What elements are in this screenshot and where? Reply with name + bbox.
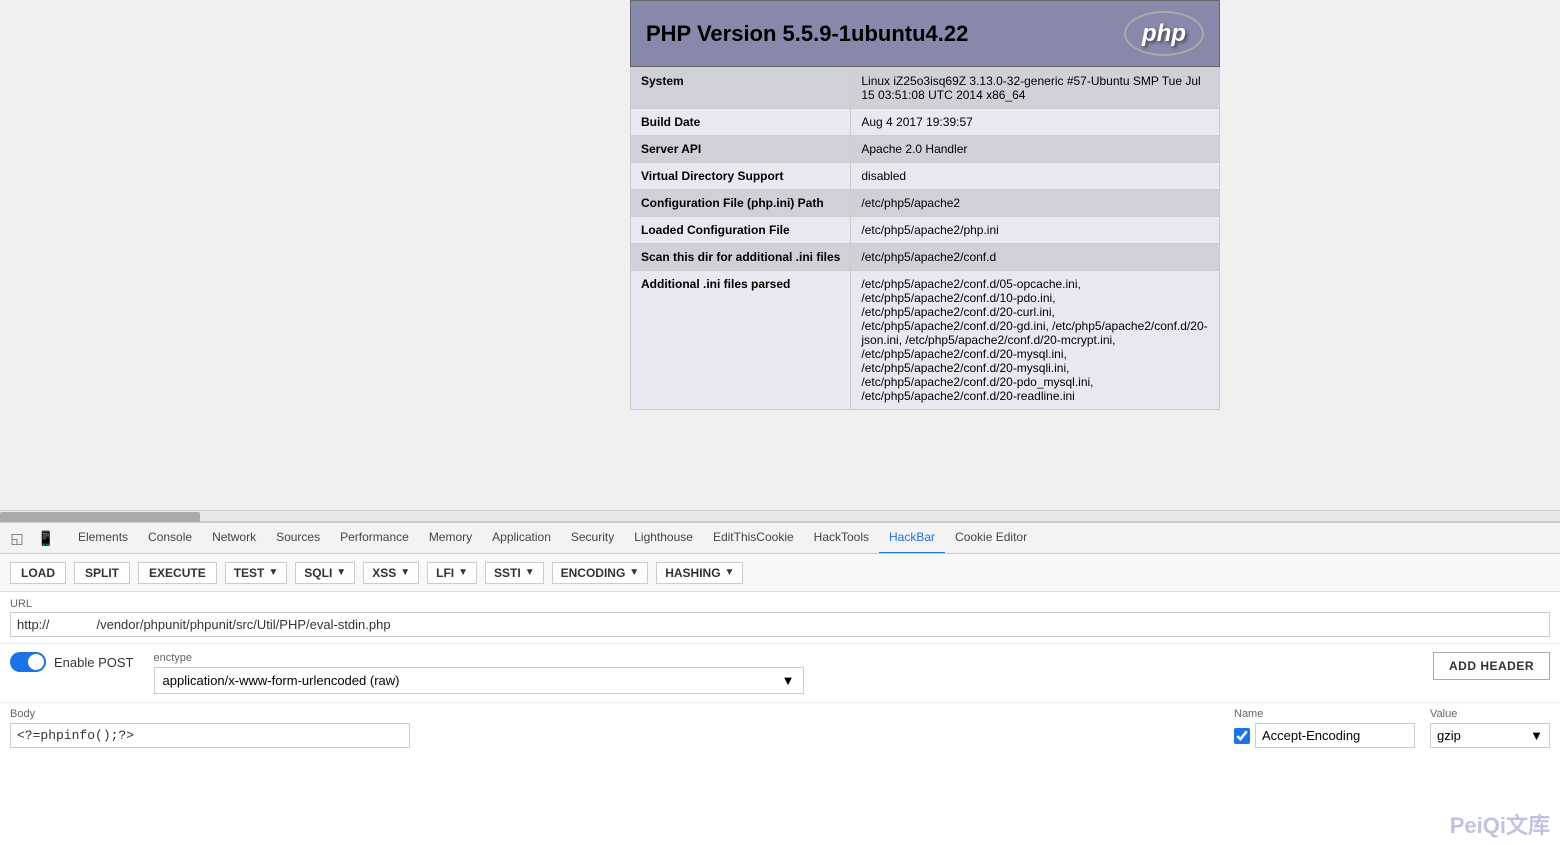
hackbar-dropdown-encoding[interactable]: ENCODING ▼ [552,562,649,584]
header-value-text: gzip [1437,728,1461,743]
tab-memory[interactable]: Memory [419,522,482,554]
tab-hackbar[interactable]: HackBar [879,522,945,554]
tab-elements[interactable]: Elements [68,522,138,554]
body-header-section: Body Name Value gzip ▼ PeiQi文库 [0,702,1560,753]
url-input[interactable] [10,612,1550,637]
table-cell-label: Configuration File (php.ini) Path [631,190,851,217]
url-section: URL [0,592,1560,643]
dropdown-arrow-icon: ▼ [525,567,535,578]
tab-hacktools[interactable]: HackTools [804,522,879,554]
table-row: Configuration File (php.ini) Path/etc/ph… [631,190,1220,217]
hackbar-dropdown-test[interactable]: TEST ▼ [225,562,288,584]
table-row: Additional .ini files parsed/etc/php5/ap… [631,271,1220,410]
dropdown-arrow-icon: ▼ [458,567,468,578]
table-cell-value: /etc/php5/apache2 [851,190,1220,217]
enable-post-toggle[interactable] [10,652,46,672]
horizontal-scrollbar[interactable] [0,510,1560,522]
dropdown-arrow-icon: ▼ [629,567,639,578]
tab-cookie-editor[interactable]: Cookie Editor [945,522,1037,554]
table-row: Virtual Directory Supportdisabled [631,163,1220,190]
devtools-tabs-bar: ◱ 📱 ElementsConsoleNetworkSourcesPerform… [0,522,1560,554]
enctype-dropdown[interactable]: application/x-www-form-urlencoded (raw) … [154,667,804,694]
tab-network[interactable]: Network [202,522,266,554]
hackbar-dropdown-lfi[interactable]: LFI ▼ [427,562,477,584]
table-cell-label: System [631,68,851,109]
hackbar-dropdown-ssti[interactable]: SSTI ▼ [485,562,544,584]
table-row: Build DateAug 4 2017 19:39:57 [631,109,1220,136]
table-cell-value: disabled [851,163,1220,190]
tab-sources[interactable]: Sources [266,522,330,554]
table-cell-value: Linux iZ25o3isq69Z 3.13.0-32-generic #57… [851,68,1220,109]
table-cell-value: Aug 4 2017 19:39:57 [851,109,1220,136]
watermark: PeiQi文库 [1450,808,1550,840]
table-cell-label: Virtual Directory Support [631,163,851,190]
table-cell-value: Apache 2.0 Handler [851,136,1220,163]
post-section: Enable POST enctype application/x-www-fo… [0,643,1560,702]
header-checkbox[interactable] [1234,728,1250,744]
hackbar-btn-execute[interactable]: EXECUTE [138,562,217,584]
enctype-value: application/x-www-form-urlencoded (raw) [163,673,400,688]
scrollbar-thumb[interactable] [0,512,200,522]
header-name-container [1234,723,1415,748]
header-name-input[interactable] [1255,723,1415,748]
dropdown-arrow-icon: ▼ [400,567,410,578]
table-cell-value: /etc/php5/apache2/conf.d [851,244,1220,271]
hackbar-btn-load[interactable]: LOAD [10,562,66,584]
table-cell-label: Scan this dir for additional .ini files [631,244,851,271]
table-cell-label: Additional .ini files parsed [631,271,851,410]
hackbar-dropdown-hashing[interactable]: HASHING ▼ [656,562,743,584]
tab-application[interactable]: Application [482,522,561,554]
table-cell-label: Build Date [631,109,851,136]
hackbar-btn-split[interactable]: SPLIT [74,562,130,584]
header-value-section: Value gzip ▼ [1430,708,1550,748]
browser-viewport: PHP Version 5.5.9-1ubuntu4.22 php System… [0,0,1560,510]
table-row: SystemLinux iZ25o3isq69Z 3.13.0-32-gener… [631,68,1220,109]
header-section: Name Value gzip ▼ [1234,708,1550,748]
php-info-table: SystemLinux iZ25o3isq69Z 3.13.0-32-gener… [630,67,1220,410]
dropdown-arrow-icon: ▼ [725,567,735,578]
dropdown-arrow-icon: ▼ [336,567,346,578]
tab-console[interactable]: Console [138,522,202,554]
tab-lighthouse[interactable]: Lighthouse [624,522,703,554]
php-header: PHP Version 5.5.9-1ubuntu4.22 php [630,0,1220,67]
header-name-field: Name [1234,708,1415,748]
url-label: URL [10,598,1550,610]
select-cursor-icon[interactable]: ◱ [5,526,29,550]
tab-performance[interactable]: Performance [330,522,419,554]
table-row: Server APIApache 2.0 Handler [631,136,1220,163]
php-logo-text: php [1142,20,1186,48]
table-cell-label: Loaded Configuration File [631,217,851,244]
enctype-section: enctype application/x-www-form-urlencode… [154,652,1413,694]
hackbar-dropdown-xss[interactable]: XSS ▼ [363,562,419,584]
enctype-label: enctype [154,652,1413,664]
add-header-button[interactable]: ADD HEADER [1433,652,1550,680]
table-cell-label: Server API [631,136,851,163]
body-label: Body [10,708,1214,720]
hackbar-toolbar: LOAD SPLIT EXECUTE TEST ▼ SQLI ▼ XSS ▼ LFI ▼ SS… [0,554,1560,592]
table-cell-value: /etc/php5/apache2/conf.d/05-opcache.ini,… [851,271,1220,410]
php-version-title: PHP Version 5.5.9-1ubuntu4.22 [646,21,968,47]
tab-security[interactable]: Security [561,522,624,554]
body-input[interactable] [10,723,410,748]
enable-post-label: Enable POST [54,655,134,670]
device-toggle-icon[interactable]: 📱 [34,526,58,550]
dropdown-arrow-icon: ▼ [268,567,278,578]
table-row: Loaded Configuration File/etc/php5/apach… [631,217,1220,244]
header-value-dropdown[interactable]: gzip ▼ [1430,723,1550,748]
header-name-label: Name [1234,708,1415,720]
enable-post-section: Enable POST [10,652,134,672]
hackbar-dropdown-sqli[interactable]: SQLI ▼ [295,562,355,584]
body-section: Body [10,708,1214,748]
enctype-arrow-icon: ▼ [782,673,795,688]
devtools-panel: ◱ 📱 ElementsConsoleNetworkSourcesPerform… [0,522,1560,845]
php-logo: php [1124,11,1204,56]
devtools-icon-group: ◱ 📱 [5,526,58,550]
php-info-container: PHP Version 5.5.9-1ubuntu4.22 php System… [630,0,1220,410]
table-row: Scan this dir for additional .ini files/… [631,244,1220,271]
table-cell-value: /etc/php5/apache2/php.ini [851,217,1220,244]
header-value-label: Value [1430,708,1550,720]
tab-editthiscookie[interactable]: EditThisCookie [703,522,804,554]
header-value-arrow-icon: ▼ [1530,728,1543,743]
